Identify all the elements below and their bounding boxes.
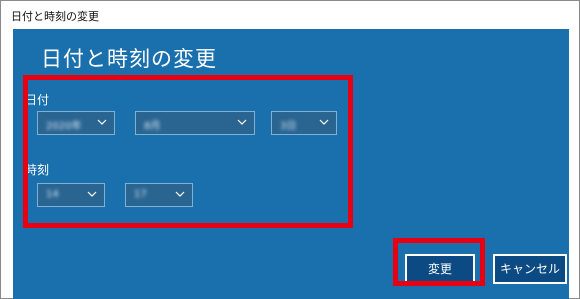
year-value: 2020年 [46, 121, 82, 132]
cancel-button[interactable]: キャンセル [493, 254, 567, 284]
date-time-dialog-window: 日付と時刻の変更 日付と時刻の変更 日付 2020年 8月 3日 時刻 14 1… [0, 0, 580, 299]
title-bar: 日付と時刻の変更 [1, 1, 579, 29]
chevron-down-icon [319, 119, 329, 125]
day-value: 3日 [280, 121, 297, 132]
chevron-down-icon [175, 191, 185, 197]
time-label: 時刻 [25, 163, 50, 177]
minute-dropdown[interactable]: 17 [125, 183, 193, 207]
day-dropdown[interactable]: 3日 [271, 111, 337, 135]
chevron-down-icon [97, 119, 107, 125]
minute-value: 17 [134, 189, 147, 200]
month-dropdown[interactable]: 8月 [135, 111, 255, 135]
month-value: 8月 [144, 121, 161, 132]
dialog-content: 日付と時刻の変更 日付 2020年 8月 3日 時刻 14 17 変更 キャンセ… [13, 29, 569, 299]
hour-value: 14 [46, 189, 59, 200]
chevron-down-icon [87, 191, 97, 197]
change-button[interactable]: 変更 [405, 254, 475, 284]
date-label: 日付 [25, 93, 50, 107]
chevron-down-icon [237, 119, 247, 125]
year-dropdown[interactable]: 2020年 [37, 111, 115, 135]
dialog-heading: 日付と時刻の変更 [41, 47, 217, 71]
hour-dropdown[interactable]: 14 [37, 183, 105, 207]
window-title: 日付と時刻の変更 [11, 10, 99, 23]
